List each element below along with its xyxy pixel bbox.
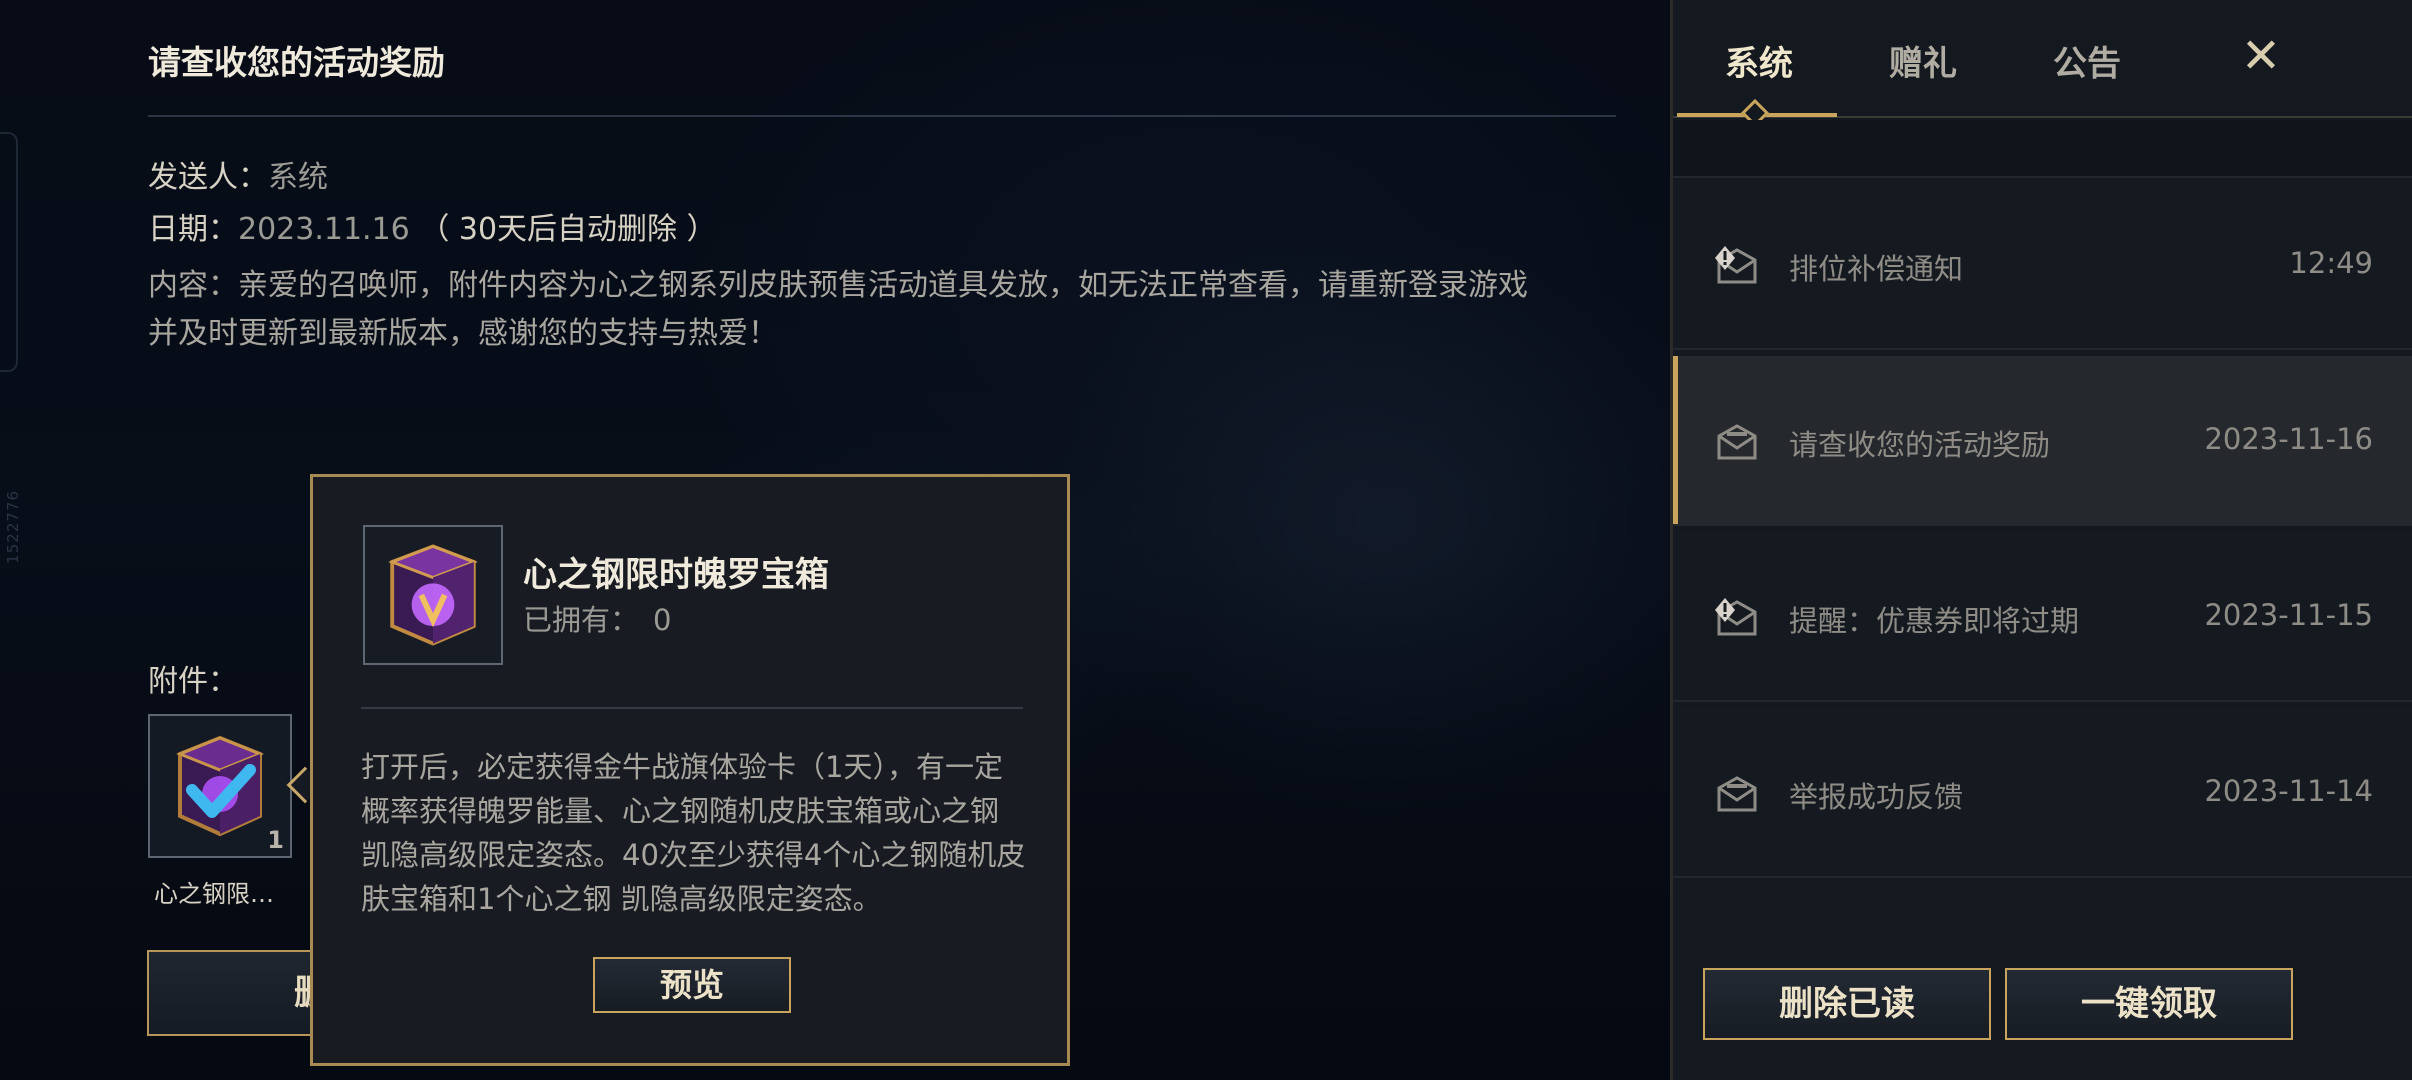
edge-handle — [0, 132, 18, 372]
date-auto-delete-note: （ 30天后自动删除 ） — [419, 212, 717, 247]
mail-list-item[interactable]: 举报成功反馈 2023-11-14 — [1673, 708, 2412, 878]
mail-subject: 举报成功反馈 — [1789, 780, 1964, 814]
mail-title-divider — [148, 115, 1616, 117]
claim-all-button[interactable]: 一键领取 — [2005, 968, 2293, 1040]
mail-alert-icon — [1715, 246, 1757, 284]
preview-button[interactable]: 预览 — [593, 957, 791, 1013]
tooltip-description-line: 概率获得魄罗能量、心之钢随机皮肤宝箱或心之钢 — [361, 794, 1000, 828]
mail-subject: 排位补偿通知 — [1789, 252, 1964, 286]
mail-list-item-selected[interactable]: 请查收您的活动奖励 2023-11-16 — [1673, 356, 2412, 526]
tooltip-divider — [361, 707, 1023, 709]
tab-announcements[interactable]: 公告 — [2053, 36, 2121, 85]
attachment-label: 附件： — [148, 664, 238, 699]
tooltip-description-line: 打开后，必定获得金牛战旗体验卡（1天），有一定 — [361, 750, 1003, 784]
mail-list-item[interactable]: 提醒：优惠券即将过期 2023-11-15 — [1673, 532, 2412, 702]
close-button[interactable]: ✕ — [2233, 28, 2289, 84]
tooltip-description-line: 凯隐高级限定姿态。40次至少获得4个心之钢随机皮 — [361, 838, 1026, 872]
date-label: 日期： — [148, 212, 238, 247]
chest-icon — [388, 544, 478, 646]
attachment-item[interactable]: 1 — [148, 714, 292, 858]
tooltip-description: 打开后，必定获得金牛战旗体验卡（1天），有一定 概率获得魄罗能量、心之钢随机皮肤… — [361, 745, 1029, 921]
delete-read-button[interactable]: 删除已读 — [1703, 968, 1991, 1040]
mail-time: 12:49 — [2289, 246, 2373, 280]
tooltip-item-icon — [363, 525, 503, 665]
mail-title: 请查收您的活动奖励 — [148, 43, 445, 82]
mail-content: 内容：亲爱的召唤师，附件内容为心之钢系列皮肤预售活动道具发放，如无法正常查看，请… — [148, 262, 1608, 358]
side-code-text: 1522776 — [4, 490, 22, 564]
tooltip-item-name: 心之钢限时魄罗宝箱 — [523, 555, 829, 595]
game-mail-screen: 1522776 请查收您的活动奖励 发送人：系统 日期：2023.11.16 （… — [0, 0, 2412, 1080]
tab-gifts[interactable]: 赠礼 — [1889, 36, 1957, 85]
mail-content-line: 内容：亲爱的召唤师，附件内容为心之钢系列皮肤预售活动道具发放，如无法正常查看，请… — [148, 268, 1528, 303]
mail-content-line: 并及时更新到最新版本，感谢您的支持与热爱！ — [148, 316, 778, 351]
mail-list-item[interactable]: 排位补偿通知 12:49 — [1673, 180, 2412, 350]
tooltip-owned: 已拥有： 0 — [523, 597, 671, 639]
owned-label: 已拥有： — [523, 603, 640, 637]
date-value: 2023.11.16 — [238, 212, 410, 247]
owned-value: 0 — [653, 603, 672, 637]
item-tooltip: 心之钢限时魄罗宝箱 已拥有： 0 打开后，必定获得金牛战旗体验卡（1天），有一定 … — [310, 474, 1070, 1066]
sender-label: 发送人： — [148, 160, 268, 195]
mail-subject: 提醒：优惠券即将过期 — [1789, 604, 2080, 638]
mail-sender-line: 发送人：系统 — [148, 152, 328, 196]
mail-date-line: 日期：2023.11.16 （ 30天后自动删除 ） — [148, 204, 717, 248]
mail-time: 2023-11-16 — [2204, 422, 2373, 456]
mail-read-icon — [1717, 776, 1757, 812]
selected-indicator — [1673, 356, 1678, 524]
mail-subject: 请查收您的活动奖励 — [1789, 428, 2051, 462]
mail-list-top-edge — [1673, 120, 2412, 178]
mail-time: 2023-11-15 — [2204, 598, 2373, 632]
attachment-name: 心之钢限… — [154, 880, 274, 908]
tab-system[interactable]: 系统 — [1725, 36, 1793, 85]
attachment-count: 1 — [267, 826, 284, 854]
mail-tabs: 系统 赠礼 公告 ✕ — [1673, 0, 2412, 128]
tooltip-description-line: 肤宝箱和1个心之钢 凯隐高级限定姿态。 — [361, 882, 882, 916]
sender-value: 系统 — [268, 160, 328, 195]
mail-read-icon — [1717, 424, 1757, 460]
mail-alert-icon — [1715, 598, 1757, 636]
mail-list-panel: 系统 赠礼 公告 ✕ 排位补偿通知 12:49 请查收您的活动奖励 2023-1… — [1670, 0, 2412, 1080]
mail-time: 2023-11-14 — [2204, 774, 2373, 808]
